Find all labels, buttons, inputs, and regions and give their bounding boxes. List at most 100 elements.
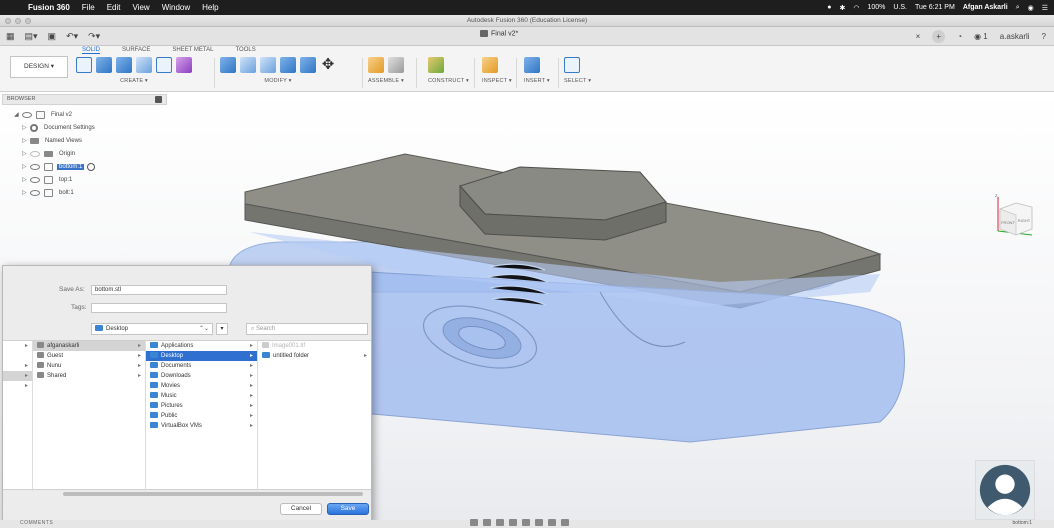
viewcube-front-label[interactable]: FRONT <box>1001 220 1015 225</box>
measure-icon[interactable] <box>482 57 498 73</box>
viewports-icon[interactable] <box>561 519 569 526</box>
folder-item-music[interactable]: Music ▸ <box>146 391 257 401</box>
modify-menu[interactable]: MODIFY ▾ <box>220 78 336 84</box>
user-item-afganaskarli[interactable]: afganaskarli ▸ <box>33 341 145 351</box>
file-menu-icon[interactable]: ▤▾ <box>25 31 38 42</box>
activate-component-icon[interactable] <box>87 162 96 171</box>
joint-icon[interactable] <box>388 57 404 73</box>
expand-triangle-icon[interactable]: ▷ <box>22 137 30 144</box>
expand-triangle-icon[interactable]: ▷ <box>22 163 30 170</box>
tab-final-v2[interactable]: Final v2* <box>480 30 518 37</box>
folder-item-virtualbox-vms[interactable]: VirtualBox VMs ▸ <box>146 421 257 431</box>
expand-triangle-icon[interactable]: ▷ <box>22 189 30 196</box>
visibility-eye-icon[interactable] <box>30 176 40 183</box>
visibility-eye-icon[interactable] <box>22 111 32 118</box>
comments-panel-toggle[interactable]: COMMENTS <box>20 520 53 526</box>
look-at-icon[interactable] <box>483 519 491 526</box>
rectangular-pattern-icon[interactable] <box>156 57 172 73</box>
inspect-menu[interactable]: INSPECT ▾ <box>482 78 512 84</box>
revolve-icon[interactable] <box>116 57 132 73</box>
browser-panel-header[interactable]: BROWSER <box>2 94 167 105</box>
select-icon[interactable] <box>564 57 580 73</box>
extrude-icon[interactable] <box>96 57 112 73</box>
create-menu[interactable]: CREATE ▾ <box>76 78 192 84</box>
account-name[interactable]: a.askarli <box>1000 32 1030 41</box>
tab-tools[interactable]: TOOLS <box>235 47 255 54</box>
menu-file[interactable]: File <box>76 3 101 12</box>
undo-icon[interactable]: ↶▾ <box>66 31 78 42</box>
redo-icon[interactable]: ↷▾ <box>88 31 100 42</box>
folder-item-downloads[interactable]: Downloads ▸ <box>146 371 257 381</box>
cancel-button[interactable]: Cancel <box>280 503 322 515</box>
new-component-icon[interactable] <box>368 57 384 73</box>
sweep-icon[interactable] <box>136 57 152 73</box>
visibility-eye-icon[interactable] <box>30 189 40 196</box>
tree-item-bottom[interactable]: ▷ bottom:1 <box>14 160 174 173</box>
grid-menu-icon[interactable]: ▦ <box>6 31 15 42</box>
list-item[interactable]: ▸ <box>3 381 32 391</box>
user-item-shared[interactable]: Shared ▸ <box>33 371 145 381</box>
horizontal-scrollbar[interactable] <box>63 492 363 496</box>
tree-item-document-settings[interactable]: ▷ Document Settings <box>14 121 174 134</box>
workspace-switcher[interactable]: DESIGN ▾ <box>10 56 68 78</box>
notification-center-icon[interactable]: ☰ <box>1042 4 1048 12</box>
tab-solid[interactable]: SOLID <box>82 47 101 54</box>
menu-edit[interactable]: Edit <box>101 3 127 12</box>
expand-dialog-button[interactable]: ▾ <box>216 323 228 335</box>
folder-item-public[interactable]: Public ▸ <box>146 411 257 421</box>
press-pull-icon[interactable] <box>220 57 236 73</box>
select-menu[interactable]: SELECT ▾ <box>564 78 591 84</box>
bluetooth-icon[interactable]: ✱ <box>839 4 845 12</box>
insert-image-icon[interactable] <box>524 57 540 73</box>
chamfer-icon[interactable] <box>260 57 276 73</box>
folder-item-pictures[interactable]: Pictures ▸ <box>146 401 257 411</box>
close-window-button[interactable] <box>5 18 11 24</box>
create-form-icon[interactable] <box>176 57 192 73</box>
visibility-eye-icon[interactable] <box>30 163 40 170</box>
expand-triangle-icon[interactable]: ▷ <box>22 176 30 183</box>
tab-surface[interactable]: SURFACE <box>122 47 150 54</box>
collapse-triangle-icon[interactable]: ◢ <box>14 111 22 118</box>
battery-percent[interactable]: 100% <box>867 4 885 11</box>
folder-item-documents[interactable]: Documents ▸ <box>146 361 257 371</box>
list-item[interactable]: ▸ <box>3 371 32 381</box>
zoom-window-button[interactable] <box>25 18 31 24</box>
orbit-icon[interactable] <box>470 519 478 526</box>
save-button[interactable]: Save <box>327 503 369 515</box>
location-select[interactable]: Desktop ⌃⌄ <box>91 323 213 335</box>
pan-icon[interactable] <box>496 519 504 526</box>
fillet-icon[interactable] <box>240 57 256 73</box>
grid-settings-icon[interactable] <box>548 519 556 526</box>
combine-icon[interactable] <box>300 57 316 73</box>
assemble-menu[interactable]: ASSEMBLE ▾ <box>368 78 404 84</box>
menu-window[interactable]: Window <box>156 3 196 12</box>
visibility-eye-icon[interactable] <box>30 150 40 157</box>
search-input[interactable]: ⌕ Search <box>246 323 368 335</box>
user-item-nunu[interactable]: Nunu ▸ <box>33 361 145 371</box>
create-sketch-icon[interactable] <box>76 57 92 73</box>
folder-item-desktop[interactable]: Desktop ▸ <box>146 351 257 361</box>
clock[interactable]: Tue 6:21 PM <box>915 4 955 11</box>
folder-item-untitled[interactable]: untitled folder ▸ <box>258 351 371 361</box>
tree-item-bolt[interactable]: ▷ bolt:1 <box>14 186 174 199</box>
fit-icon[interactable] <box>522 519 530 526</box>
account-count[interactable]: ◉ 1 <box>974 32 988 41</box>
list-item[interactable]: ▸ <box>3 341 32 361</box>
menu-view[interactable]: View <box>126 3 155 12</box>
file-item-image001[interactable]: Image001.tif <box>258 341 371 351</box>
tab-sheet-metal[interactable]: SHEET METAL <box>172 47 213 54</box>
user-name[interactable]: Afgan Askarli <box>963 4 1008 11</box>
viewcube-right-label[interactable]: RIGHT <box>1018 218 1031 223</box>
menu-app[interactable]: Fusion 360 <box>22 3 76 12</box>
list-item[interactable]: ▸ <box>3 361 32 371</box>
move-icon[interactable]: ✥ <box>320 57 336 73</box>
spotlight-icon[interactable]: ⌕ <box>1016 4 1020 12</box>
pin-icon[interactable] <box>155 96 162 103</box>
tree-item-named-views[interactable]: ▷ Named Views <box>14 134 174 147</box>
shell-icon[interactable] <box>280 57 296 73</box>
save-icon[interactable]: ▣ <box>48 31 57 42</box>
folder-item-movies[interactable]: Movies ▸ <box>146 381 257 391</box>
expand-triangle-icon[interactable]: ▷ <box>22 150 30 157</box>
tree-root[interactable]: ◢ Final v2 <box>14 108 174 121</box>
construct-menu[interactable]: CONSTRUCT ▾ <box>428 78 469 84</box>
